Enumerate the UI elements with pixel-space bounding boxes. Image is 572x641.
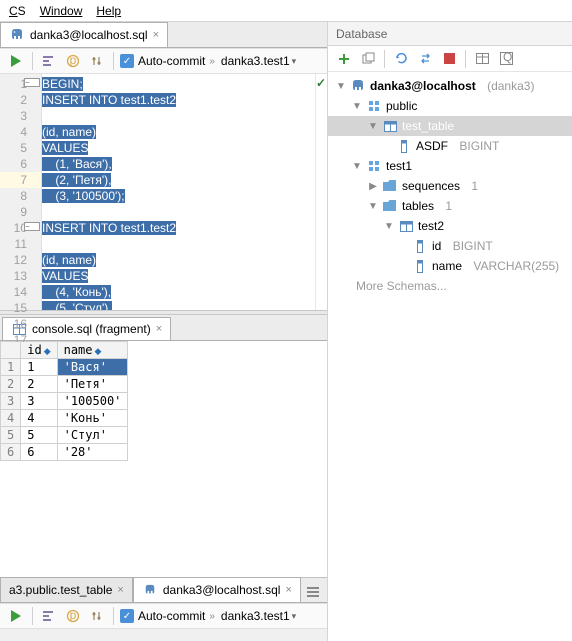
autocommit-checkbox[interactable]: ✓ — [120, 54, 134, 68]
schema-icon — [366, 98, 382, 114]
svg-text:p: p — [70, 609, 77, 622]
col-header[interactable]: id◆ — [21, 342, 57, 359]
tree-schema-public[interactable]: ▼ public — [328, 96, 572, 116]
settings-button[interactable] — [87, 606, 107, 626]
column-icon — [396, 138, 412, 154]
param-button[interactable]: p — [63, 606, 83, 626]
autocommit-label: Auto-commit — [138, 54, 205, 68]
target-combo[interactable]: danka3.test1 ▾ — [219, 54, 298, 68]
svg-text:p: p — [70, 54, 77, 67]
tree-root[interactable]: ▼ danka3@localhost (danka3) — [328, 76, 572, 96]
tree-schema-test1[interactable]: ▼ test1 — [328, 156, 572, 176]
refresh-button[interactable] — [391, 49, 411, 69]
console-button[interactable]: QL — [496, 49, 516, 69]
autocommit-label: Auto-commit — [138, 609, 205, 623]
autocommit-checkbox[interactable]: ✓ — [120, 609, 134, 623]
target-combo[interactable]: danka3.test1▾ — [219, 609, 298, 623]
explain-button[interactable] — [39, 51, 59, 71]
table-row[interactable]: 66'28' — [1, 444, 128, 461]
db-toolbar: QL — [328, 46, 572, 72]
close-icon[interactable]: × — [153, 29, 159, 41]
tab-list-icon[interactable] — [303, 582, 323, 602]
sync-button[interactable] — [415, 49, 435, 69]
tree-folder-tables[interactable]: ▼ tables 1 — [328, 196, 572, 216]
svg-text:QL: QL — [503, 52, 513, 64]
ok-mark-icon: ✓ — [316, 76, 326, 90]
editor-tab-label: danka3@localhost.sql — [30, 28, 148, 42]
editor-toolbar: p ✓ Auto-commit » danka3.test1 ▾ — [0, 48, 327, 74]
bottom-tabs: a3.public.test_table × danka3@localhost.… — [0, 577, 327, 603]
editor-tab[interactable]: danka3@localhost.sql × — [0, 22, 168, 47]
run-button[interactable] — [6, 51, 26, 71]
tree-column-asdf[interactable]: ASDF BIGINT — [328, 136, 572, 156]
editor-gutter: 1−2345678910−11121314151617 — [0, 74, 42, 310]
column-icon — [412, 258, 428, 274]
col-header[interactable]: name◆ — [57, 342, 128, 359]
stop-button[interactable] — [439, 49, 459, 69]
schema-icon — [366, 158, 382, 174]
table-row[interactable]: 44'Конь' — [1, 410, 128, 427]
elephant-icon — [142, 582, 158, 598]
add-button[interactable] — [334, 49, 354, 69]
bottom-tab-1[interactable]: a3.public.test_table × — [0, 577, 133, 602]
settings-button[interactable] — [87, 51, 107, 71]
close-icon[interactable]: × — [156, 323, 162, 335]
tree-more-schemas[interactable]: More Schemas... — [328, 276, 572, 296]
editor-tabs: danka3@localhost.sql × — [0, 22, 327, 48]
menu-vcs[interactable]: CS — [3, 2, 32, 20]
table-view-button[interactable] — [472, 49, 492, 69]
duplicate-button[interactable] — [358, 49, 378, 69]
table-row[interactable]: 55'Стул' — [1, 427, 128, 444]
result-grid[interactable]: id◆name◆11'Вася'22'Петя'33'100500'44'Кон… — [0, 341, 327, 577]
run-button[interactable] — [6, 606, 26, 626]
sql-editor[interactable]: 1−2345678910−11121314151617 BEGIN;INSERT… — [0, 74, 327, 310]
table-row[interactable]: 11'Вася' — [1, 359, 128, 376]
menu-help[interactable]: Help — [90, 2, 127, 20]
close-icon[interactable]: × — [117, 584, 123, 596]
column-icon — [412, 238, 428, 254]
tree-column-name[interactable]: name VARCHAR(255) — [328, 256, 572, 276]
folder-icon — [382, 178, 398, 194]
folder-icon — [382, 198, 398, 214]
menu-window[interactable]: Window — [34, 2, 89, 20]
db-panel-header: Database — [328, 22, 572, 46]
result-tabs: console.sql (fragment) × — [0, 315, 327, 341]
bottom-tab-2[interactable]: danka3@localhost.sql × — [133, 577, 301, 602]
chevrons-icon[interactable]: » — [209, 611, 215, 622]
elephant-icon — [350, 78, 366, 94]
param-button[interactable]: p — [63, 51, 83, 71]
result-tab-label: console.sql (fragment) — [32, 322, 151, 336]
bottom-toolbar: p ✓ Auto-commit » danka3.test1▾ — [0, 603, 327, 629]
tree-column-id[interactable]: id BIGINT — [328, 236, 572, 256]
table-icon — [382, 118, 398, 134]
editor-code[interactable]: BEGIN;INSERT INTO test1.test2(id, name)V… — [42, 74, 327, 310]
chevrons-icon[interactable]: » — [209, 56, 215, 67]
tree-table-test2[interactable]: ▼ test2 — [328, 216, 572, 236]
elephant-icon — [9, 27, 25, 43]
table-icon — [398, 218, 414, 234]
tree-table-test-table[interactable]: ▼ test_table — [328, 116, 572, 136]
explain-button[interactable] — [39, 606, 59, 626]
table-row[interactable]: 22'Петя' — [1, 376, 128, 393]
db-tree[interactable]: ▼ danka3@localhost (danka3) ▼ public ▼ t… — [328, 72, 572, 641]
table-row[interactable]: 33'100500' — [1, 393, 128, 410]
close-icon[interactable]: × — [285, 584, 291, 596]
tree-folder-sequences[interactable]: ▶ sequences 1 — [328, 176, 572, 196]
menu-bar: CS Window Help — [0, 0, 572, 22]
